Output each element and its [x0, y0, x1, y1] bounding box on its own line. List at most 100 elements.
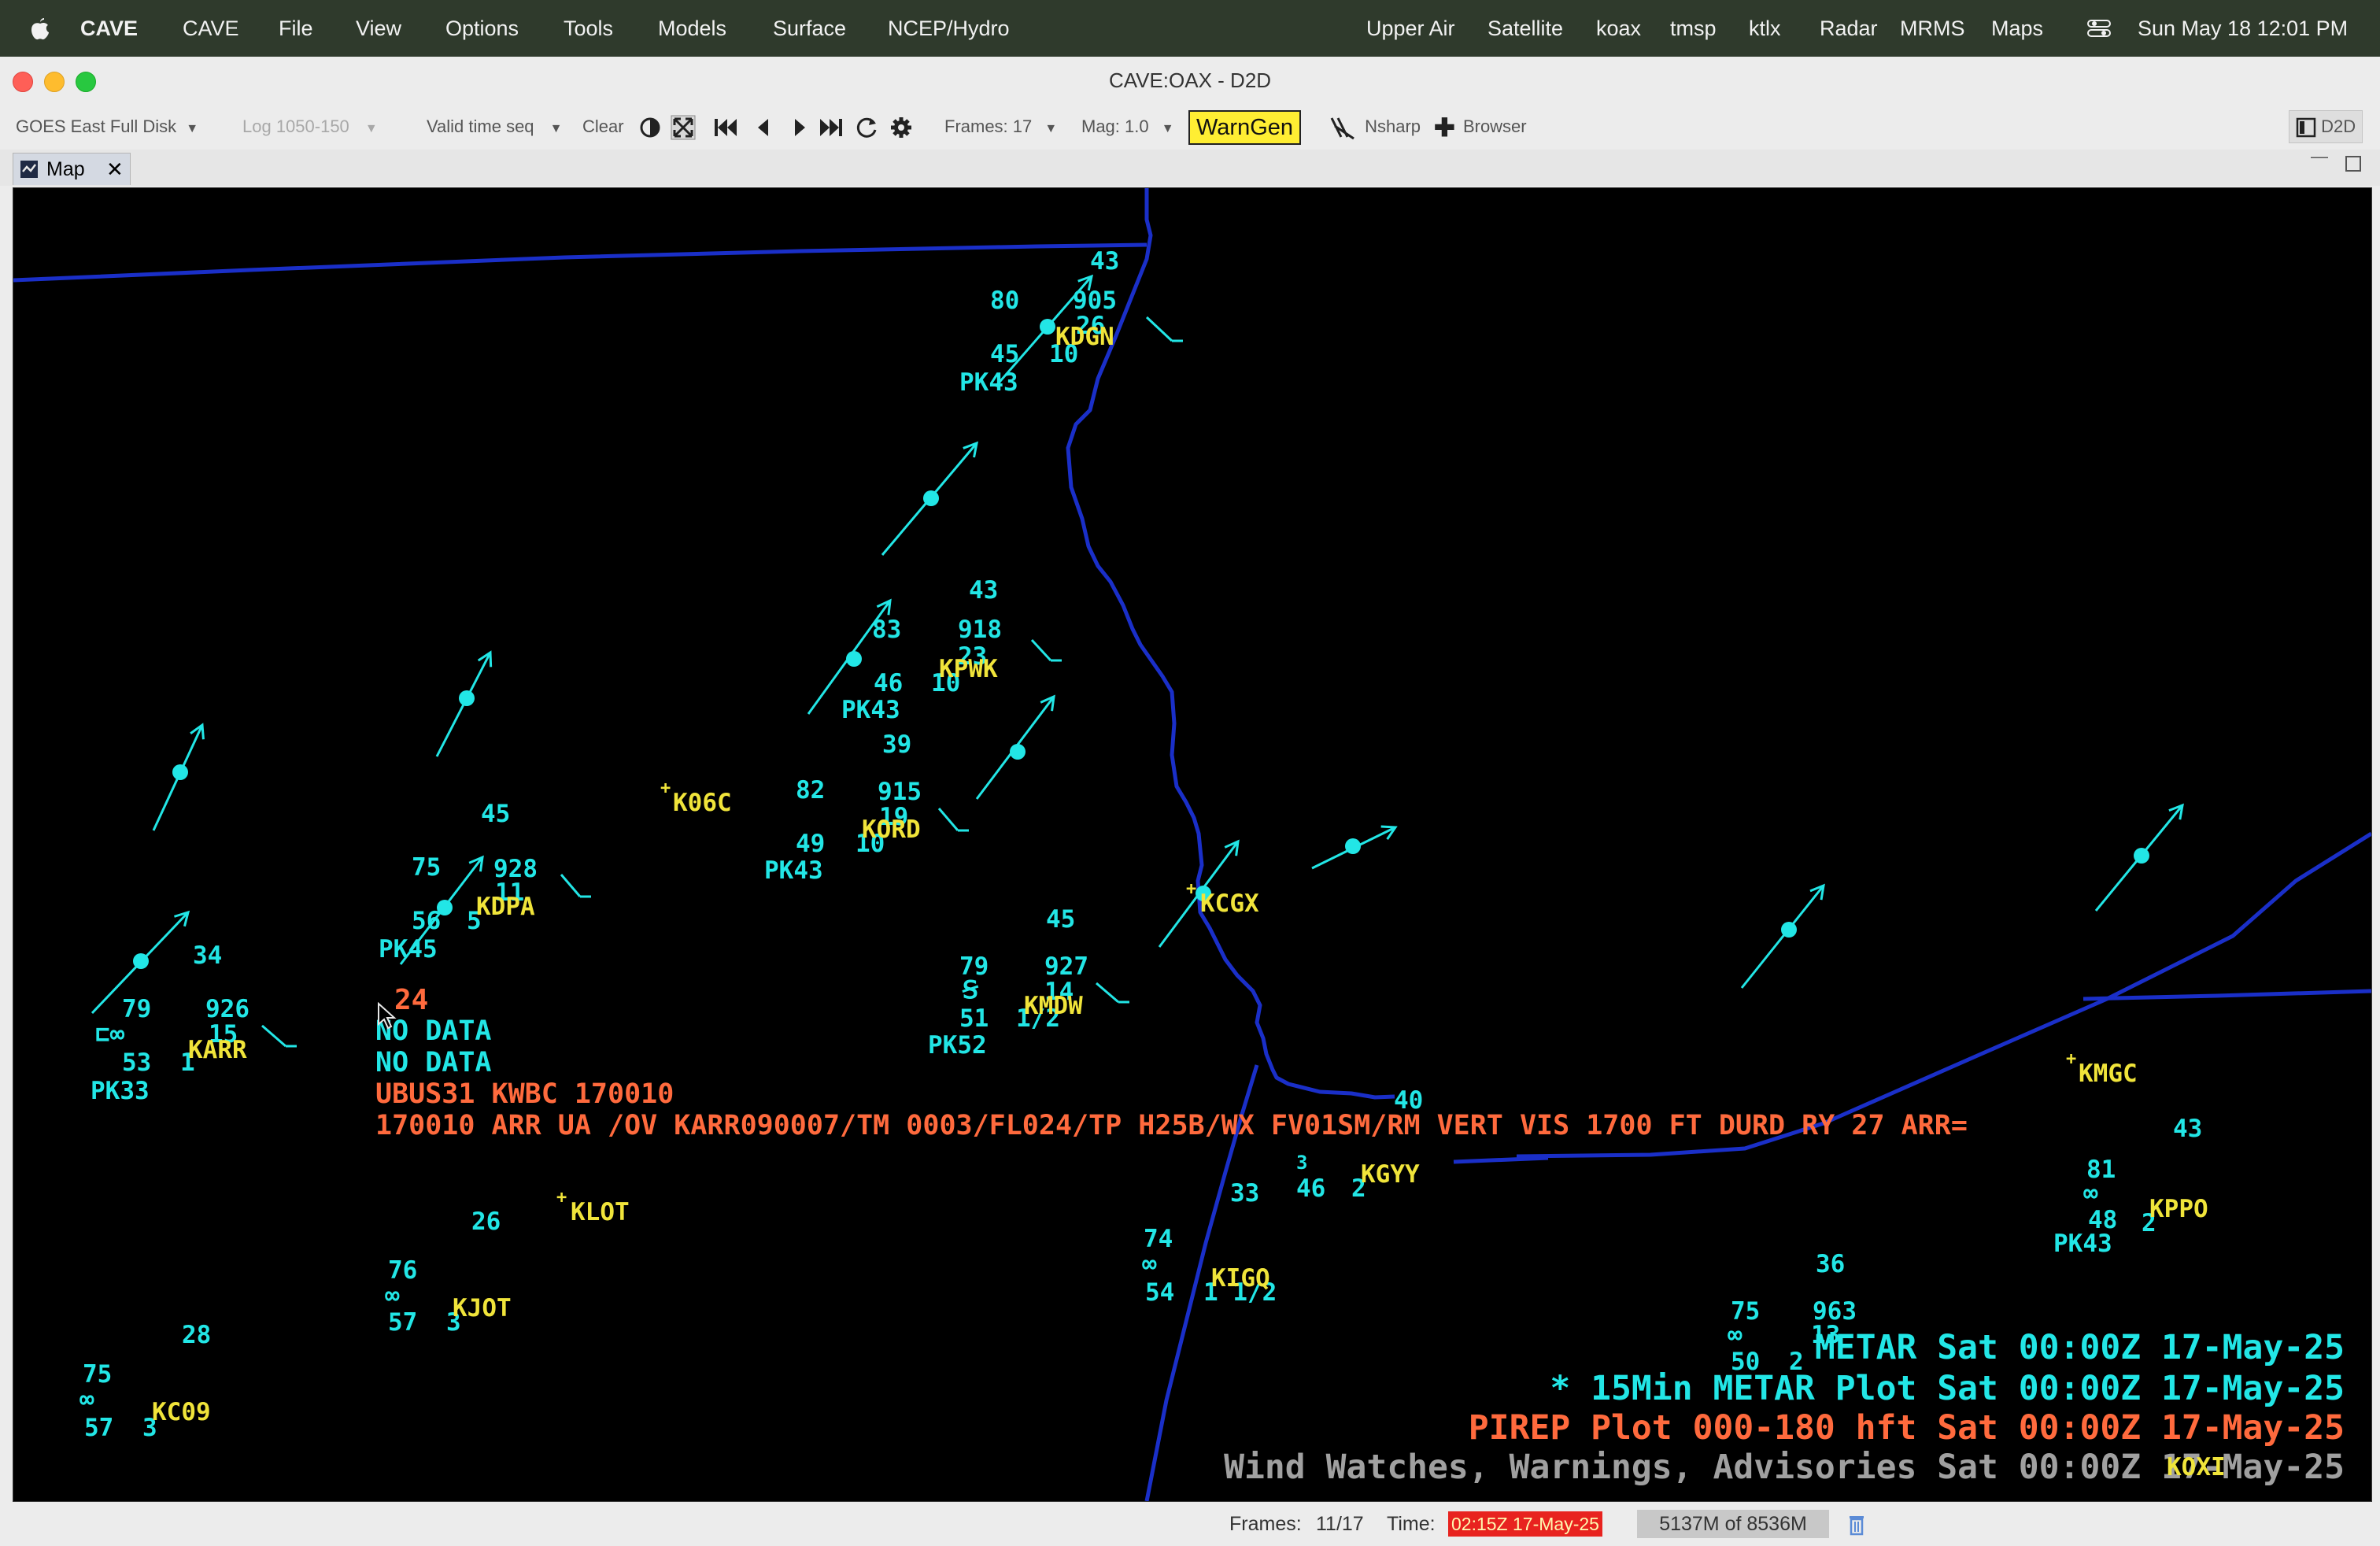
- clear-button[interactable]: Clear: [582, 104, 624, 150]
- menubar-clock[interactable]: Sun May 18 12:01 PM: [2138, 0, 2348, 57]
- station-peak-wind: PK43: [764, 856, 823, 885]
- station-temp: 75: [83, 1360, 113, 1389]
- step-forward-button[interactable]: [792, 104, 808, 150]
- station-id: KIGQ: [1211, 1264, 1270, 1293]
- station-dewpoint: 57: [84, 1414, 114, 1442]
- wind-barb-tick: [1030, 638, 1052, 662]
- skip-forward-icon: [820, 119, 842, 137]
- menu-tools[interactable]: Tools: [564, 0, 613, 57]
- close-tab-icon[interactable]: ✕: [106, 153, 124, 185]
- station-temp: 74: [1144, 1225, 1173, 1253]
- frames-count-label: Frames: 17: [944, 117, 1033, 136]
- station-temp: 76: [388, 1256, 418, 1285]
- station-pressure: 927: [1044, 952, 1088, 981]
- station-id: KJOT: [453, 1294, 512, 1322]
- apple-menu-icon[interactable]: [30, 0, 50, 57]
- menu-tmsp[interactable]: tmsp: [1670, 0, 1717, 57]
- macos-menubar: CAVE CAVE File View Options Tools Models…: [0, 0, 2380, 57]
- station-dewpoint: 54: [1145, 1278, 1175, 1307]
- menu-file[interactable]: File: [279, 0, 313, 57]
- station-dewpoint: 57: [388, 1308, 418, 1337]
- menu-maps[interactable]: Maps: [1991, 0, 2043, 57]
- menu-upper-air[interactable]: Upper Air: [1366, 0, 1455, 57]
- station-circle[interactable]: [1040, 319, 1055, 335]
- menu-options[interactable]: Options: [445, 0, 519, 57]
- station-circle[interactable]: [133, 953, 149, 969]
- map-icon: [20, 161, 38, 178]
- station-circle[interactable]: [2134, 848, 2149, 864]
- station-circle[interactable]: [172, 764, 188, 780]
- pan-zoom-button[interactable]: [671, 104, 696, 150]
- station-marker-plus: +: [660, 779, 671, 798]
- menu-view[interactable]: View: [356, 0, 401, 57]
- satellite-product-dropdown[interactable]: GOES East Full Disk ▼: [16, 104, 198, 150]
- browser-button[interactable]: ✚ Browser: [1434, 104, 1527, 150]
- app-name-menu[interactable]: CAVE: [80, 0, 138, 57]
- pirep-report: 170010 ARR UA /OV KARR090007/TM 0003/FL0…: [375, 1110, 1968, 1141]
- wind-barb-tick: [1096, 982, 1119, 1004]
- step-back-button[interactable]: [756, 104, 771, 150]
- legend-15min-metar: * 15Min METAR Plot Sat 00:00Z 17-May-25: [1550, 1369, 2345, 1408]
- station-wind-speed: 43: [2173, 1115, 2203, 1143]
- menu-ktlx[interactable]: ktlx: [1749, 0, 1781, 57]
- station-dewpoint: 46: [1296, 1174, 1326, 1203]
- station-dewpoint: 51: [959, 1004, 989, 1033]
- wind-barb-tick: [261, 1024, 286, 1048]
- trash-icon[interactable]: [1848, 1502, 1865, 1546]
- station-circle[interactable]: [1345, 838, 1361, 854]
- station-id: KARR: [188, 1036, 247, 1064]
- station-temp: 82: [796, 776, 826, 804]
- station-circle[interactable]: [846, 651, 862, 667]
- wind-barb-tick: [560, 874, 582, 897]
- log-scale-dropdown[interactable]: Log 1050-150 ▼: [242, 104, 378, 150]
- minimize-pane-icon[interactable]: —: [2311, 146, 2328, 167]
- weather-symbol: Ꞩ: [963, 976, 978, 1004]
- magnification-dropdown[interactable]: Mag: 1.0 ▼: [1081, 104, 1174, 150]
- pirep-value: 24: [394, 984, 429, 1016]
- loop-properties-button[interactable]: [889, 104, 913, 150]
- station-circle[interactable]: [923, 490, 939, 506]
- refresh-icon: [856, 118, 877, 138]
- station-circle[interactable]: [1781, 922, 1797, 938]
- station-dewpoint: 53: [122, 1049, 152, 1077]
- station-marker-plus: +: [2066, 1049, 2077, 1069]
- map-display[interactable]: 80 43 905 26 45 10 PK43 KDGN 83 43 918 2…: [13, 187, 2372, 1502]
- station-wind-speed: 45: [1046, 905, 1076, 934]
- station-circle[interactable]: [1010, 744, 1026, 760]
- station-temp: 79: [122, 995, 152, 1023]
- loop-button[interactable]: [855, 104, 878, 150]
- perspective-icon: [2296, 117, 2316, 138]
- menu-koax[interactable]: koax: [1596, 0, 1641, 57]
- last-frame-button[interactable]: [817, 104, 844, 150]
- station-wind-speed: 26: [471, 1208, 501, 1236]
- control-center-icon[interactable]: [2087, 0, 2111, 57]
- time-status-value[interactable]: 02:15Z 17-May-25: [1448, 1511, 1602, 1537]
- toggle-image-contrast-button[interactable]: [639, 104, 661, 150]
- station-id: KMDW: [1024, 992, 1083, 1020]
- station-circle[interactable]: [459, 690, 475, 706]
- menu-models[interactable]: Models: [658, 0, 726, 57]
- menu-ncep-hydro[interactable]: NCEP/Hydro: [888, 0, 1010, 57]
- station-peak-wind: PK43: [2053, 1230, 2112, 1258]
- menu-cave[interactable]: CAVE: [183, 0, 239, 57]
- menu-radar[interactable]: Radar: [1820, 0, 1878, 57]
- menu-surface[interactable]: Surface: [773, 0, 846, 57]
- frames-count-dropdown[interactable]: Frames: 17 ▼: [944, 104, 1057, 150]
- skip-back-icon: [715, 119, 737, 137]
- station-dewpoint: 46: [874, 669, 904, 697]
- nsharp-button[interactable]: Nsharp: [1330, 104, 1421, 150]
- chevron-down-icon: ▼: [364, 122, 378, 135]
- station-peak-wind: PK52: [928, 1031, 987, 1060]
- menu-mrms[interactable]: MRMS: [1900, 0, 1965, 57]
- d2d-perspective-button[interactable]: D2D: [2289, 110, 2363, 143]
- maximize-pane-icon[interactable]: [2345, 156, 2361, 172]
- menu-satellite[interactable]: Satellite: [1488, 0, 1563, 57]
- first-frame-button[interactable]: [713, 104, 740, 150]
- memory-usage-indicator[interactable]: 5137M of 8536M: [1637, 1510, 1829, 1538]
- skewt-icon: [1330, 117, 1354, 140]
- station-peak-wind: PK43: [959, 368, 1018, 397]
- station-id: KGYY: [1361, 1160, 1420, 1189]
- warngen-button[interactable]: WarnGen: [1188, 110, 1302, 145]
- tab-map[interactable]: Map ✕: [13, 153, 131, 185]
- valid-time-seq-dropdown[interactable]: Valid time seq ▼: [427, 104, 563, 150]
